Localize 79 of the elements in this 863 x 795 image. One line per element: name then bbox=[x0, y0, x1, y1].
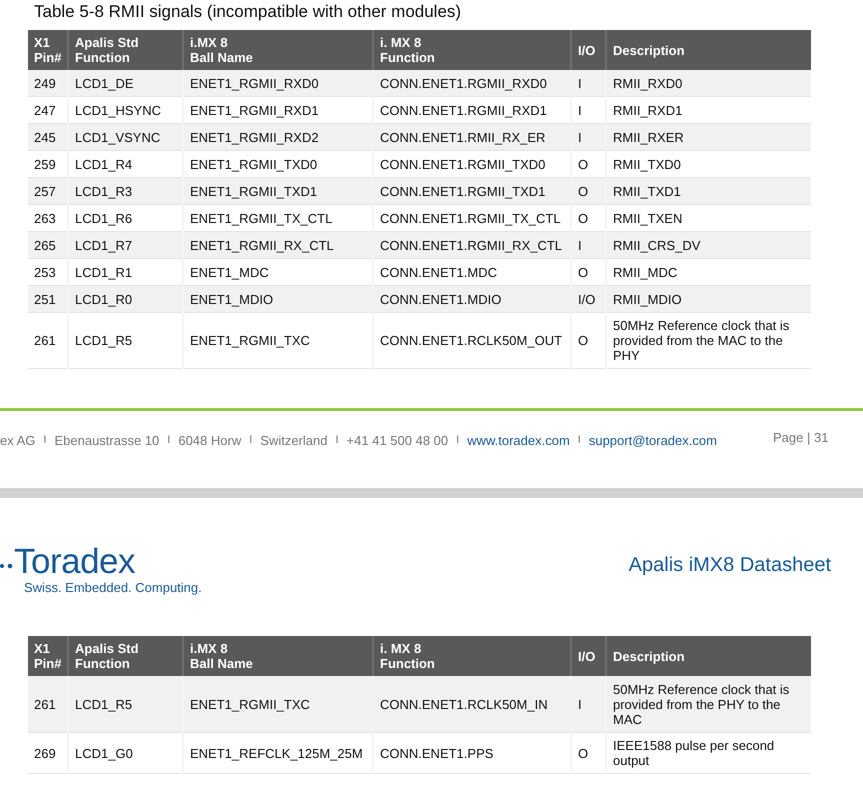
table-cell: RMII_RXER bbox=[606, 124, 811, 150]
table-cell: RMII_RXD0 bbox=[606, 70, 811, 96]
table-cell: I/O bbox=[571, 286, 606, 312]
column-header: X1 Pin# bbox=[28, 636, 68, 676]
column-header: Description bbox=[606, 30, 811, 70]
table-cell: ENET1_REFCLK_125M_25M bbox=[183, 732, 373, 774]
table-cell: O bbox=[571, 178, 606, 204]
footer-text: ex AG bbox=[0, 433, 36, 448]
table-cell: 249 bbox=[28, 70, 68, 96]
separator: I bbox=[335, 433, 339, 448]
separator: I bbox=[456, 433, 460, 448]
table-cell: 269 bbox=[28, 732, 68, 774]
column-header: i. MX 8 Function bbox=[373, 636, 571, 676]
table-cell: ENET1_RGMII_RXD0 bbox=[183, 70, 373, 96]
table-cell: LCD1_DE bbox=[68, 70, 183, 96]
column-header: I/O bbox=[571, 30, 606, 70]
table-cell: LCD1_VSYNC bbox=[68, 124, 183, 150]
table-cell: ENET1_RGMII_TXC bbox=[183, 312, 373, 368]
table-cell: 251 bbox=[28, 286, 68, 312]
table-cell: 50MHz Reference clock that is provided from the MAC to the PHY bbox=[606, 312, 811, 368]
logo-wordmark: Toradex bbox=[14, 544, 136, 580]
logo-tagline: Swiss. Embedded. Computing. bbox=[24, 580, 202, 595]
footer-link[interactable]: support@toradex.com bbox=[588, 433, 717, 448]
footer-text: +41 41 500 48 00 bbox=[346, 433, 448, 448]
column-header: i.MX 8 Ball Name bbox=[183, 636, 373, 676]
table-cell: CONN.ENET1.RCLK50M_OUT bbox=[373, 312, 571, 368]
table-cell: I bbox=[571, 232, 606, 258]
column-header: I/O bbox=[571, 636, 606, 676]
table-cell: 261 bbox=[28, 676, 68, 732]
footer-text: 6048 Horw bbox=[178, 433, 242, 448]
table-cell: IEEE1588 pulse per second output bbox=[606, 732, 811, 774]
document-title: Apalis iMX8 Datasheet bbox=[628, 554, 831, 577]
column-header: i. MX 8 Function bbox=[373, 30, 571, 70]
table-cell: LCD1_G0 bbox=[68, 732, 183, 774]
table-cell: ENET1_RGMII_TXD1 bbox=[183, 178, 373, 204]
table-cell: 261 bbox=[28, 312, 68, 368]
table-cell: CONN.ENET1.RGMII_TXD1 bbox=[373, 178, 571, 204]
table-cell: 265 bbox=[28, 232, 68, 258]
column-header: X1 Pin# bbox=[28, 30, 68, 70]
table-cell: O bbox=[571, 312, 606, 368]
table-cell: RMII_MDIO bbox=[606, 286, 811, 312]
table-cell: 257 bbox=[28, 178, 68, 204]
table-cell: I bbox=[571, 676, 606, 732]
column-header: i.MX 8 Ball Name bbox=[183, 30, 373, 70]
table-cell: O bbox=[571, 732, 606, 774]
table-cell: CONN.ENET1.PPS bbox=[373, 732, 571, 774]
table-cell: 50MHz Reference clock that is provided from the PHY to the MAC bbox=[606, 676, 811, 732]
table-cell: ENET1_RGMII_RX_CTL bbox=[183, 232, 373, 258]
column-header: Apalis Std Function bbox=[68, 636, 183, 676]
table-cell: RMII_CRS_DV bbox=[606, 232, 811, 258]
table-cell: CONN.ENET1.RGMII_RX_CTL bbox=[373, 232, 571, 258]
table-cell: ENET1_RGMII_RXD2 bbox=[183, 124, 373, 150]
table-cell: LCD1_R0 bbox=[68, 286, 183, 312]
table-cell: RMII_TXD1 bbox=[606, 178, 811, 204]
table-caption: Table 5-8 RMII signals (incompatible with other modules) bbox=[33, 1, 462, 23]
table-cell: LCD1_R3 bbox=[68, 178, 183, 204]
table-cell: CONN.ENET1.RCLK50M_IN bbox=[373, 676, 571, 732]
separator: I bbox=[578, 433, 581, 448]
table-cell: I bbox=[571, 70, 606, 96]
table-cell: LCD1_R5 bbox=[68, 312, 183, 368]
footer-text: Switzerland bbox=[260, 433, 328, 448]
footer-text: Ebenaustrasse 10 bbox=[54, 433, 160, 448]
table-cell: 245 bbox=[28, 124, 68, 150]
dots-icon bbox=[0, 563, 14, 569]
separator: I bbox=[43, 433, 46, 448]
table-cell: ENET1_MDIO bbox=[183, 286, 373, 312]
separator: I bbox=[167, 433, 170, 448]
column-header: Apalis Std Function bbox=[68, 30, 183, 70]
table-cell: I bbox=[571, 124, 606, 150]
page-number: Page | 31 bbox=[773, 430, 828, 445]
table-cell: LCD1_R5 bbox=[68, 676, 183, 732]
footer-link[interactable]: www.toradex.com bbox=[467, 433, 570, 448]
table-cell: CONN.ENET1.RGMII_RXD0 bbox=[373, 70, 571, 96]
separator: I bbox=[249, 433, 252, 448]
table-cell: CONN.ENET1.MDIO bbox=[373, 286, 571, 312]
table-cell: CONN.ENET1.RMII_RX_ER bbox=[373, 124, 571, 150]
table-cell: LCD1_R7 bbox=[68, 232, 183, 258]
column-header: Description bbox=[606, 636, 811, 676]
table-cell: ENET1_RGMII_TXC bbox=[183, 676, 373, 732]
